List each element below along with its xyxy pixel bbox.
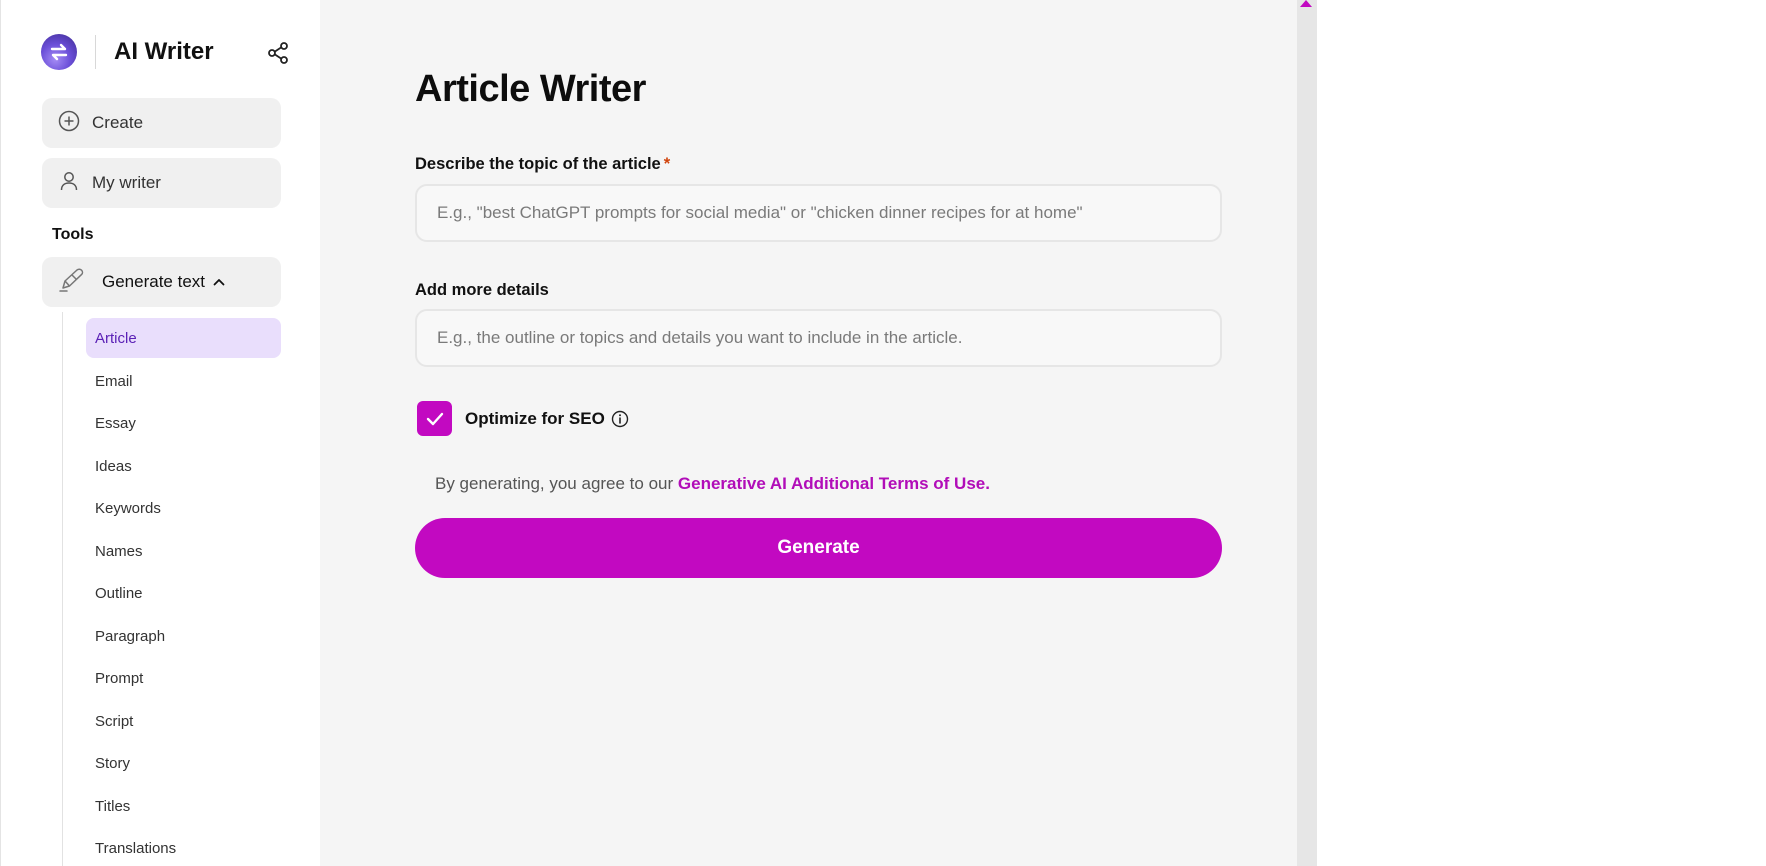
submenu-item-script[interactable]: Script (86, 700, 281, 743)
submenu-item-email[interactable]: Email (86, 360, 281, 403)
topic-label-text: Describe the topic of the article (415, 155, 661, 173)
seo-checkbox[interactable] (417, 401, 452, 436)
required-marker: * (663, 155, 671, 173)
submenu-item-essay[interactable]: Essay (86, 403, 281, 446)
submenu-item-prompt[interactable]: Prompt (86, 658, 281, 701)
submenu-item-paragraph[interactable]: Paragraph (86, 615, 281, 658)
brand-header: AI Writer (41, 32, 291, 72)
submenu-item-names[interactable]: Names (86, 530, 281, 573)
app-logo-icon[interactable] (41, 34, 77, 70)
info-icon[interactable] (611, 410, 629, 428)
submenu-item-keywords[interactable]: Keywords (86, 488, 281, 531)
submenu-guide-line (62, 312, 63, 866)
brand-divider (95, 35, 96, 69)
scroll-up-arrow-icon[interactable] (1300, 0, 1312, 7)
submenu-item-ideas[interactable]: Ideas (86, 445, 281, 488)
terms-link[interactable]: Generative AI Additional Terms of Use. (678, 474, 990, 493)
app-title: AI Writer (114, 38, 214, 65)
seo-label: Optimize for SEO (465, 408, 605, 428)
details-input[interactable] (415, 309, 1222, 367)
generate-text-toggle[interactable]: Generate text (42, 257, 281, 307)
share-icon[interactable] (265, 40, 291, 66)
create-label: Create (92, 113, 144, 132)
my-writer-button[interactable]: My writer (42, 158, 281, 208)
sidebar: AI Writer Create My writer Tools Generat… (0, 0, 320, 866)
topic-input[interactable] (415, 184, 1222, 242)
pencil-icon (58, 267, 86, 298)
submenu-item-outline[interactable]: Outline (86, 573, 281, 616)
generate-button[interactable]: Generate (415, 518, 1222, 578)
generate-text-label: Generate text (102, 272, 206, 291)
terms-notice: By generating, you agree to our Generati… (435, 474, 990, 494)
chevron-up-icon (213, 278, 225, 286)
check-icon (426, 412, 443, 425)
generate-text-submenu: Article Email Essay Ideas Keywords Names… (86, 318, 281, 866)
topic-field-label: Describe the topic of the article * (415, 155, 670, 174)
right-blank-area (1317, 0, 1766, 866)
create-button[interactable]: Create (42, 98, 281, 148)
submenu-item-titles[interactable]: Titles (86, 785, 281, 828)
details-field-label: Add more details (415, 281, 549, 299)
user-icon (58, 170, 80, 197)
page-title: Article Writer (415, 68, 646, 110)
plus-circle-icon (58, 110, 80, 137)
submenu-item-translations[interactable]: Translations (86, 828, 281, 866)
my-writer-label: My writer (92, 173, 161, 192)
vertical-scrollbar[interactable] (1297, 0, 1317, 866)
submenu-item-story[interactable]: Story (86, 743, 281, 786)
seo-option-row: Optimize for SEO (417, 401, 629, 436)
terms-prefix: By generating, you agree to our (435, 474, 674, 493)
tools-heading: Tools (52, 226, 94, 243)
submenu-item-article[interactable]: Article (86, 318, 281, 358)
